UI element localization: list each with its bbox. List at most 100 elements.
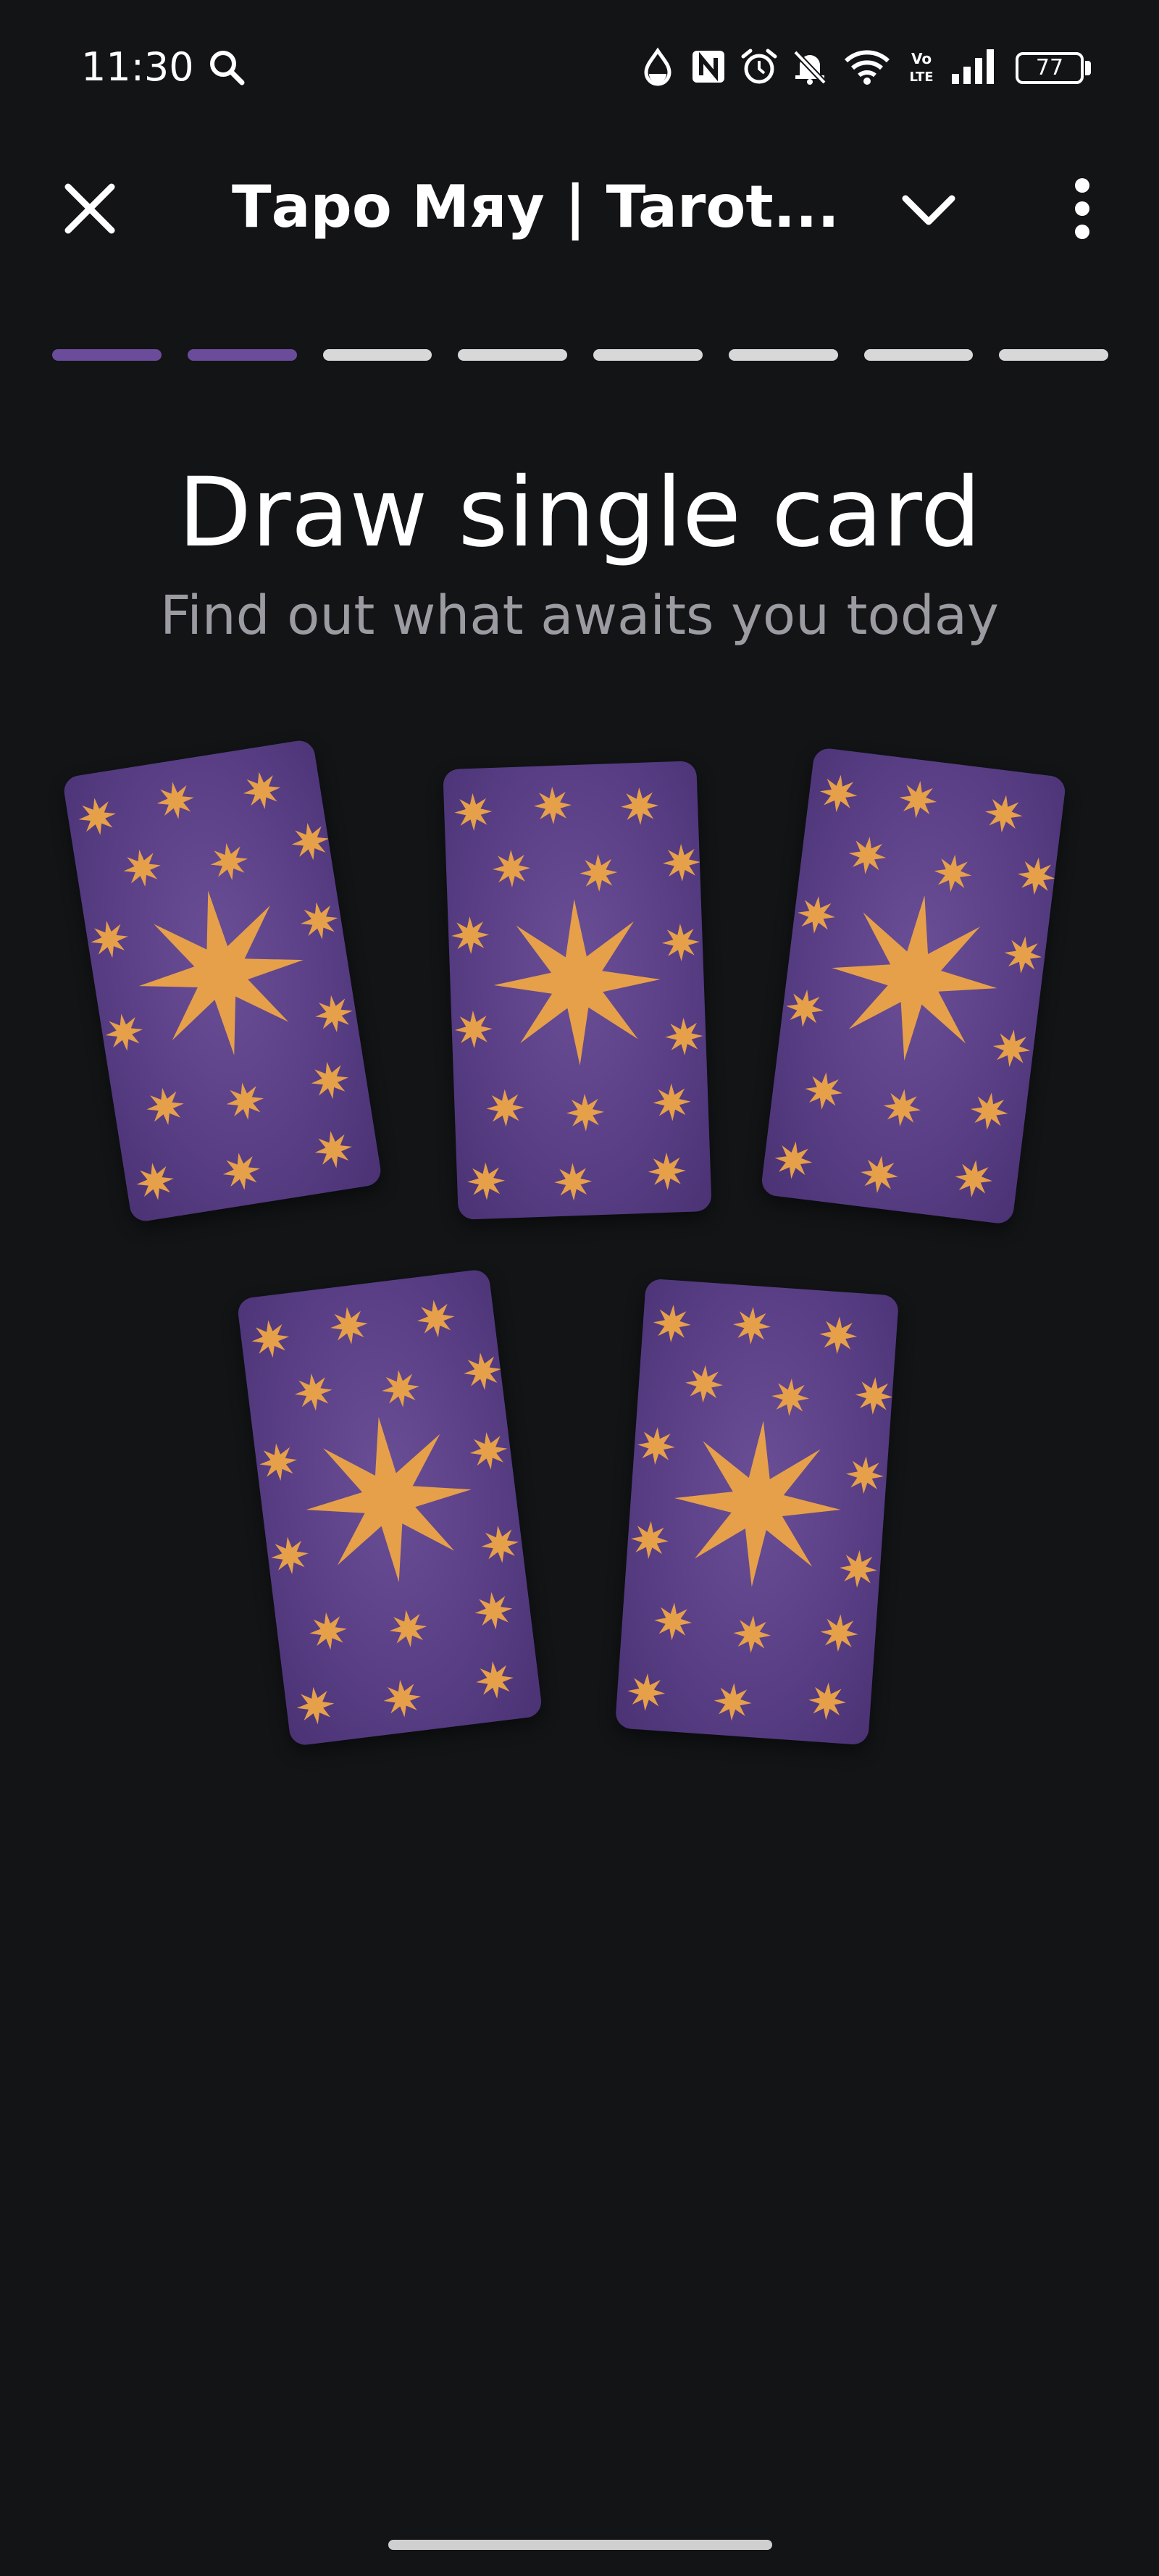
star-icon xyxy=(417,1300,455,1338)
more-options-icon[interactable] xyxy=(1047,171,1117,246)
chevron-down-icon[interactable] xyxy=(892,177,965,242)
star-icon xyxy=(798,896,835,934)
star-icon xyxy=(845,1456,884,1494)
star-icon xyxy=(454,1011,493,1049)
star-icon xyxy=(222,1153,261,1190)
tarot-card[interactable] xyxy=(614,1278,900,1746)
star-icon xyxy=(311,1061,349,1100)
progress-segment xyxy=(863,349,974,361)
star-icon xyxy=(78,798,117,835)
star-icon xyxy=(627,1673,666,1711)
star-icon xyxy=(383,1680,422,1718)
tarot-card[interactable] xyxy=(236,1268,543,1747)
wifi-icon xyxy=(844,50,890,85)
tarot-card[interactable] xyxy=(443,761,712,1220)
tarot-card[interactable] xyxy=(760,746,1067,1226)
star-icon xyxy=(91,921,128,958)
signal-icon xyxy=(952,49,994,84)
star-icon xyxy=(992,1029,1031,1067)
star-icon xyxy=(294,1373,332,1411)
large-star-icon xyxy=(674,1421,841,1587)
star-icon xyxy=(382,1370,419,1408)
star-icon xyxy=(481,1526,519,1563)
star-icon xyxy=(454,793,493,831)
progress-segment xyxy=(458,349,567,361)
volte-icon: Vo LTE xyxy=(909,50,933,85)
battery-tip xyxy=(1085,61,1091,75)
tarot-card[interactable] xyxy=(62,738,383,1224)
star-icon xyxy=(300,902,338,940)
notifications-off-icon xyxy=(793,50,827,85)
star-icon xyxy=(226,1082,264,1120)
star-icon xyxy=(105,1013,143,1051)
close-button[interactable] xyxy=(55,174,125,243)
home-indicator[interactable] xyxy=(388,2540,772,2550)
star-icon xyxy=(714,1683,752,1721)
star-icon xyxy=(621,787,659,825)
star-icon xyxy=(554,1163,593,1201)
star-icon xyxy=(469,1431,508,1470)
progress-segment xyxy=(728,349,838,361)
star-icon xyxy=(1017,857,1055,895)
star-icon xyxy=(464,1352,501,1390)
star-icon xyxy=(580,853,618,892)
star-icon xyxy=(848,837,887,874)
star-icon xyxy=(653,1083,691,1121)
star-icon xyxy=(486,1089,524,1127)
large-star-icon xyxy=(306,1416,472,1583)
star-icon xyxy=(630,1521,669,1559)
star-icon xyxy=(732,1306,771,1345)
star-icon xyxy=(771,1378,810,1416)
star-icon xyxy=(474,1592,513,1630)
card-back-pattern xyxy=(78,771,353,1200)
progress-segment xyxy=(593,349,703,361)
star-icon xyxy=(259,1443,298,1481)
star-icon xyxy=(839,1550,877,1588)
star-icon xyxy=(156,782,194,819)
star-icon xyxy=(883,1089,921,1127)
star-icon xyxy=(315,995,353,1033)
progress-segment xyxy=(52,349,162,361)
star-icon xyxy=(637,1427,675,1465)
progress-segment xyxy=(322,349,432,361)
star-icon xyxy=(685,1365,724,1403)
star-icon xyxy=(985,795,1023,833)
star-icon xyxy=(136,1163,174,1200)
star-icon xyxy=(819,1316,858,1355)
card-back-pattern xyxy=(451,787,703,1201)
large-star-icon xyxy=(493,899,661,1066)
star-icon xyxy=(934,854,972,892)
star-icon xyxy=(309,1612,347,1650)
status-bar: 11:30 Vo LTE 77 xyxy=(0,0,1159,138)
star-icon xyxy=(330,1307,368,1345)
star-icon xyxy=(733,1615,771,1653)
large-star-icon xyxy=(832,895,997,1061)
card-back-pattern xyxy=(251,1300,519,1725)
star-icon xyxy=(819,774,858,813)
star-icon xyxy=(861,1155,898,1194)
search-icon xyxy=(210,51,245,85)
star-icon xyxy=(665,1017,703,1055)
star-icon xyxy=(820,1614,858,1652)
star-icon xyxy=(786,990,824,1027)
star-icon xyxy=(296,1686,335,1725)
star-icon xyxy=(648,1152,686,1190)
star-icon xyxy=(271,1536,309,1575)
star-icon xyxy=(123,849,161,887)
star-icon xyxy=(210,842,248,881)
progress-segment xyxy=(999,349,1108,361)
star-icon xyxy=(662,843,700,882)
star-icon xyxy=(451,916,490,955)
alarm-icon xyxy=(741,49,777,84)
star-icon xyxy=(654,1602,693,1641)
battery-icon: 77 xyxy=(1016,52,1084,84)
subtitle: Find out what awaits you today xyxy=(160,585,999,647)
star-icon xyxy=(955,1160,992,1197)
star-icon xyxy=(970,1092,1008,1130)
star-icon xyxy=(243,771,281,809)
star-icon xyxy=(899,781,937,819)
star-icon xyxy=(389,1610,427,1647)
star-icon xyxy=(493,850,531,888)
card-back-pattern xyxy=(627,1305,893,1721)
star-icon xyxy=(774,1141,813,1179)
